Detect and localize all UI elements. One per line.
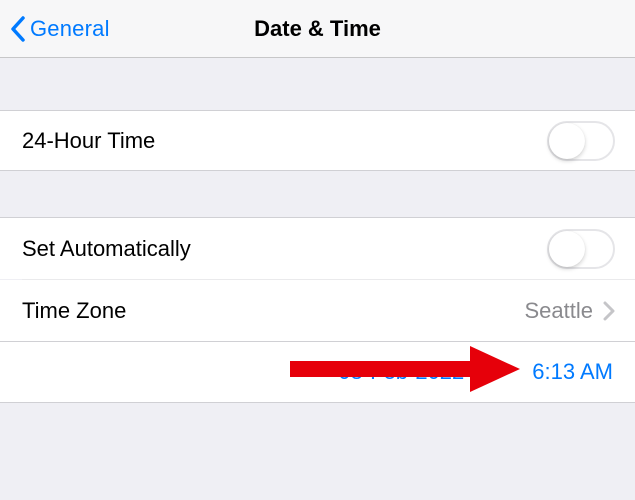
back-label: General [30, 16, 110, 42]
back-button[interactable]: General [0, 16, 110, 42]
page-title: Date & Time [254, 16, 381, 42]
row-date-time[interactable]: 08-Feb-2022 6:13 AM [0, 342, 635, 403]
date-value[interactable]: 08-Feb-2022 [338, 359, 464, 385]
navbar: General Date & Time [0, 0, 635, 58]
section-spacer [0, 171, 635, 217]
row-set-automatically[interactable]: Set Automatically [0, 218, 635, 279]
row-label: 24-Hour Time [22, 128, 155, 154]
toggle-24-hour-time[interactable] [547, 121, 615, 161]
time-zone-value: Seattle [525, 298, 594, 324]
chevron-right-icon [603, 301, 615, 321]
row-value-container: Seattle [525, 298, 616, 324]
row-label: Time Zone [22, 298, 126, 324]
row-time-zone[interactable]: Time Zone Seattle [0, 280, 635, 341]
chevron-left-icon [10, 16, 26, 42]
section-auto-timezone: Set Automatically Time Zone Seattle [0, 217, 635, 342]
row-24-hour-time[interactable]: 24-Hour Time [0, 110, 635, 171]
toggle-set-automatically[interactable] [547, 229, 615, 269]
section-spacer [0, 58, 635, 110]
time-value[interactable]: 6:13 AM [532, 359, 613, 385]
row-label: Set Automatically [22, 236, 191, 262]
